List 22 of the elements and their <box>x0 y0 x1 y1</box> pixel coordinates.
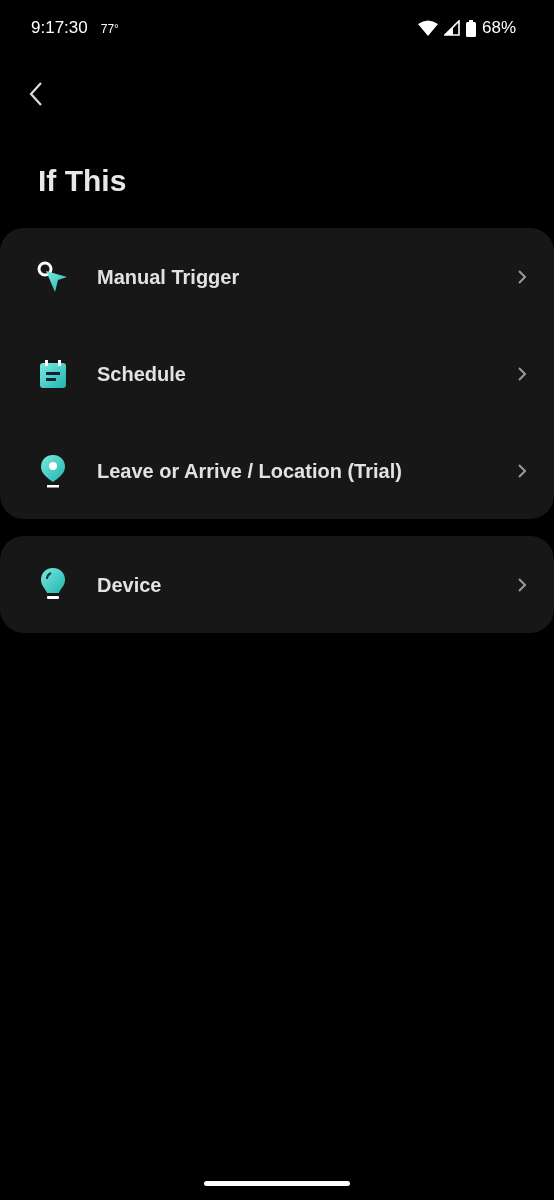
page-title: If This <box>38 162 127 199</box>
list-item[interactable]: Device <box>0 536 554 633</box>
chevron-right-icon <box>518 269 526 284</box>
battery-icon <box>465 19 476 37</box>
list-item[interactable]: Leave or Arrive / Location (Trial) <box>0 422 554 519</box>
list-item[interactable]: Schedule <box>0 325 554 422</box>
calendar-icon <box>38 358 68 389</box>
back-chevron-icon <box>29 81 43 107</box>
battery-percentage: 68% <box>481 17 516 40</box>
item-label: Device <box>97 572 163 598</box>
chevron-right-icon <box>518 463 526 478</box>
chevron-right-icon <box>518 577 526 592</box>
item-label: Manual Trigger <box>97 264 241 290</box>
chevron-right-icon <box>518 366 526 381</box>
status-temperature: 77° <box>100 21 119 39</box>
wifi-icon <box>417 20 438 36</box>
signal-icon <box>443 20 460 36</box>
item-label: Schedule <box>97 361 187 387</box>
status-time: 9:17:30 <box>31 17 88 40</box>
list-item[interactable]: Manual Trigger <box>0 228 554 325</box>
item-label: Leave or Arrive / Location (Trial) <box>97 458 403 484</box>
location-pin-icon <box>39 453 67 488</box>
